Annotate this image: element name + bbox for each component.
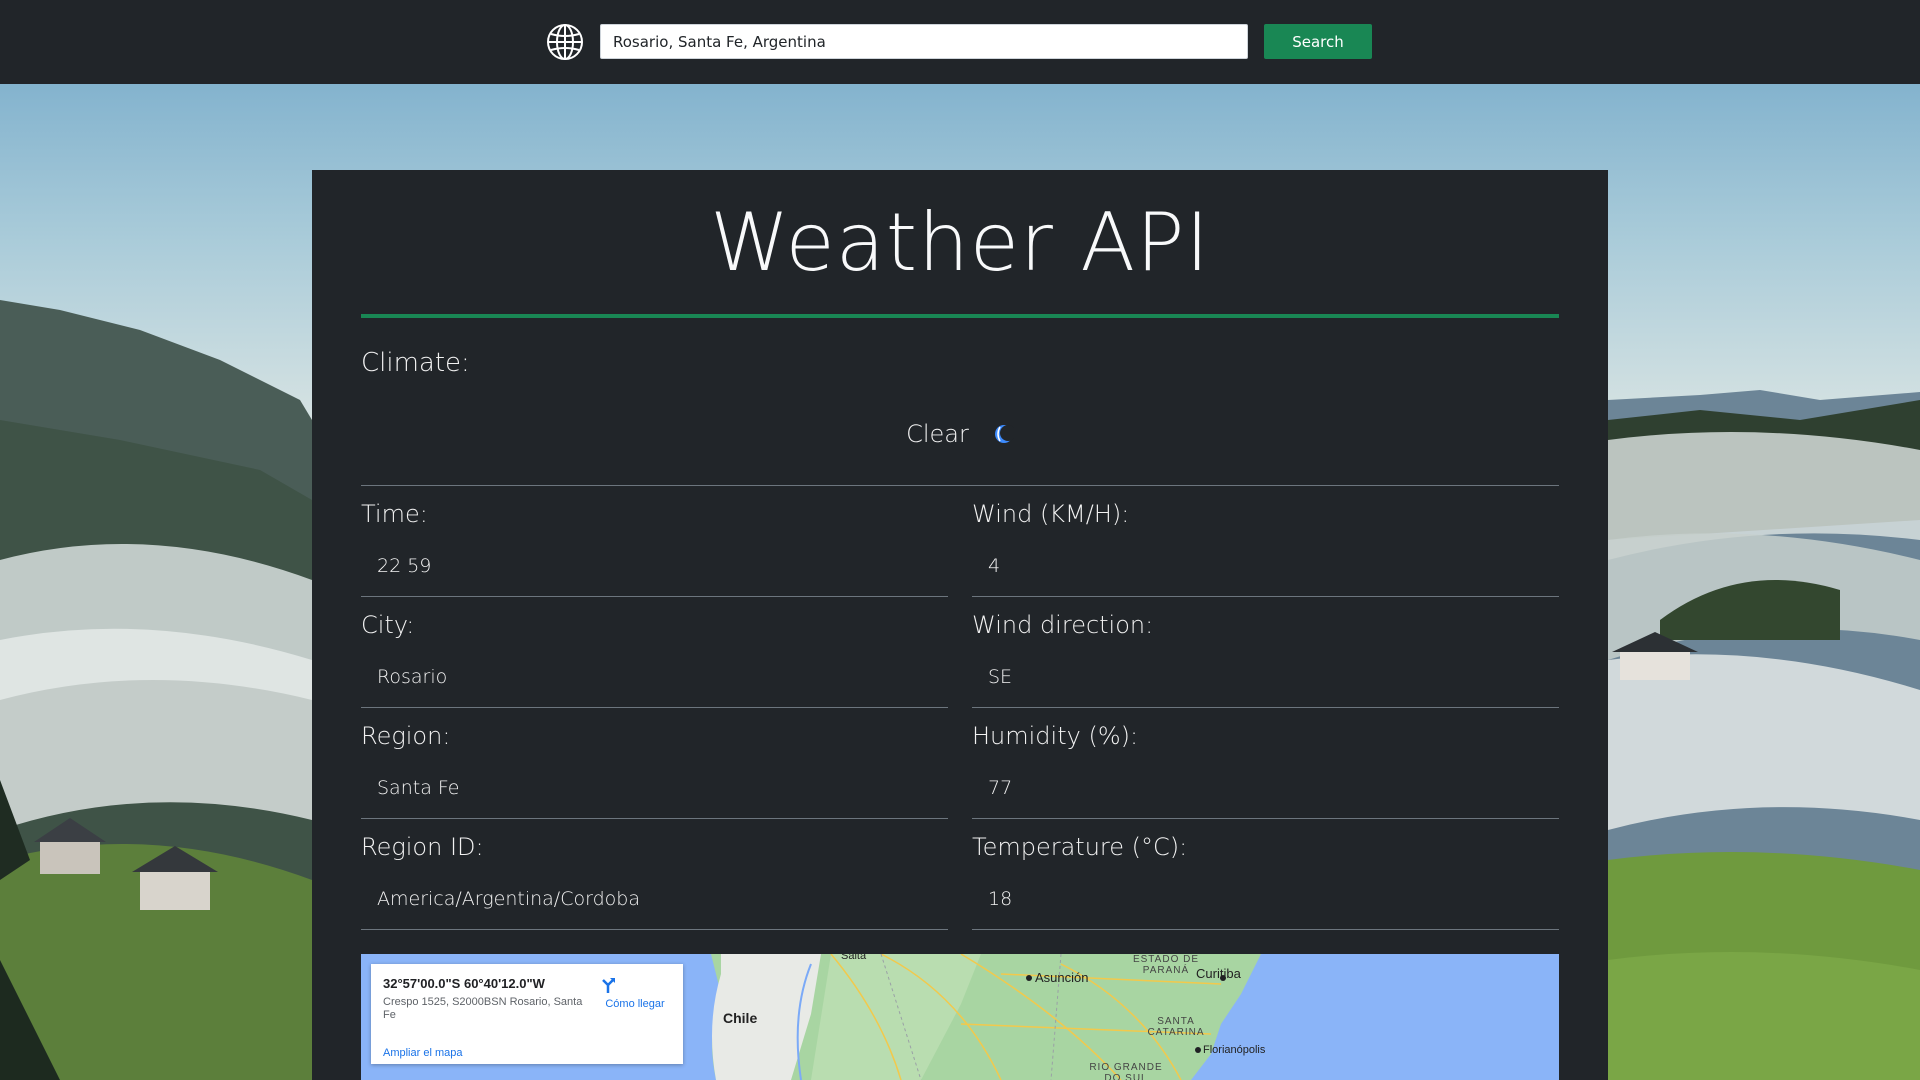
map-label-florianopolis: Florianópolis	[1203, 1044, 1266, 1056]
humidity-label: Humidity (%):	[972, 722, 1139, 750]
time-divider	[361, 596, 948, 597]
temperature-value: 18	[988, 888, 1013, 910]
directions-label: Cómo llegar	[605, 998, 665, 1010]
wind-direction-divider	[972, 707, 1559, 708]
map-label-chile: Chile	[723, 1010, 758, 1026]
region-divider	[361, 818, 948, 819]
time-label: Time:	[361, 500, 428, 528]
humidity-value: 77	[988, 777, 1013, 799]
city-label: City:	[361, 611, 415, 639]
climate-row: Clear	[0, 420, 1920, 448]
weather-card	[312, 170, 1608, 1080]
region-id-value: America/Argentina/Cordoba	[377, 888, 640, 910]
city-divider	[361, 707, 948, 708]
embedded-map[interactable]: Salta Chile Asunción ESTADO DE PARANÁ Cu…	[361, 954, 1559, 1080]
enlarge-map-link[interactable]: Ampliar el mapa	[383, 1047, 462, 1059]
map-address: Crespo 1525, S2000BSN Rosario, Santa Fe	[383, 996, 583, 1021]
search-input[interactable]	[600, 24, 1248, 59]
climate-label: Climate:	[361, 348, 470, 378]
map-info-card: 32°57'00.0"S 60°40'12.0"W Crespo 1525, S…	[371, 964, 683, 1064]
region-id-label: Region ID:	[361, 833, 484, 861]
globe-icon	[546, 23, 584, 61]
map-label-rio-grande: RIO GRANDE DO SUL	[1089, 1062, 1163, 1080]
map-coordinates: 32°57'00.0"S 60°40'12.0"W	[383, 976, 545, 991]
page-title: Weather API	[710, 196, 1210, 289]
wind-speed-label: Wind (KM/H):	[972, 500, 1130, 528]
climate-value: Clear	[906, 420, 969, 448]
title-underline	[361, 314, 1559, 318]
directions-icon	[602, 976, 644, 994]
moon-icon	[994, 424, 1016, 444]
wind-speed-divider	[972, 596, 1559, 597]
map-label-salta: Salta	[841, 954, 867, 962]
wind-speed-value: 4	[988, 555, 1001, 577]
map-label-asuncion: Asunción	[1035, 970, 1089, 985]
climate-divider	[361, 485, 1559, 486]
map-label-curitiba: Curitiba	[1196, 966, 1241, 981]
region-value: Santa Fe	[377, 777, 460, 799]
wind-direction-label: Wind direction:	[972, 611, 1154, 639]
temperature-label: Temperature (°C):	[972, 833, 1188, 861]
temperature-divider	[972, 929, 1559, 930]
region-label: Region:	[361, 722, 451, 750]
search-button[interactable]: Search	[1264, 24, 1372, 59]
map-label-santa-catarina: SANTA CATARINA	[1147, 1016, 1205, 1038]
wind-direction-value: SE	[988, 666, 1013, 688]
region-id-divider	[361, 929, 948, 930]
directions-button[interactable]: Cómo llegar	[599, 976, 671, 1012]
city-value: Rosario	[377, 666, 448, 688]
time-value: 22 59	[377, 555, 432, 577]
humidity-divider	[972, 818, 1559, 819]
top-navbar: Search	[0, 0, 1920, 84]
